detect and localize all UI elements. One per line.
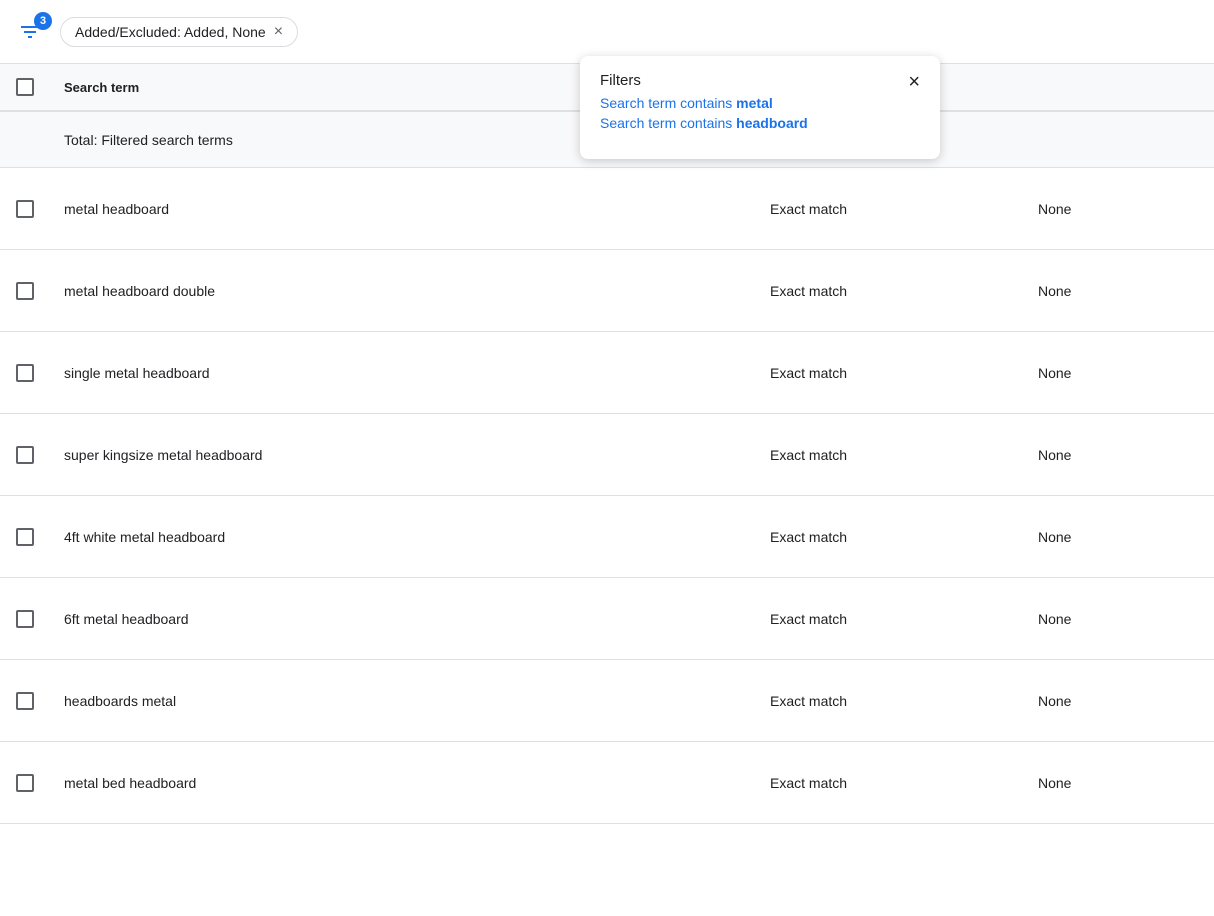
filter-chip[interactable]: Added/Excluded: Added, None × [60,17,298,47]
row-5-checkbox-cell[interactable] [16,610,64,628]
row-3-match-type: Exact match [770,447,1038,463]
filter-item-2: Search term contains headboard [600,115,808,131]
row-4-status: None [1038,529,1198,545]
row-5-match-type: Exact match [770,611,1038,627]
row-2-term: single metal headboard [64,365,770,381]
row-5-term: 6ft metal headboard [64,611,770,627]
row-1-checkbox-cell[interactable] [16,282,64,300]
row-0-match-type: Exact match [770,201,1038,217]
header-checkbox-cell[interactable] [16,78,64,96]
table-row: super kingsize metal headboard Exact mat… [0,414,1214,496]
row-2-checkbox-cell[interactable] [16,364,64,382]
filters-popup-close-icon[interactable]: × [908,72,920,92]
search-terms-table: Search term Total: Filtered search terms… [0,64,1214,824]
row-4-match-type: Exact match [770,529,1038,545]
row-2-match-type: Exact match [770,365,1038,381]
filter-item-1-prefix: Search term contains [600,95,736,111]
row-3-checkbox[interactable] [16,446,34,464]
row-3-term: super kingsize metal headboard [64,447,770,463]
filter-chip-label: Added/Excluded: Added, None [75,24,266,40]
table-row: headboards metal Exact match None [0,660,1214,742]
header-checkbox[interactable] [16,78,34,96]
top-bar: 3 Added/Excluded: Added, None × Filters … [0,0,1214,64]
filters-popup: Filters Search term contains metal Searc… [580,56,940,159]
row-7-status: None [1038,775,1198,791]
row-7-match-type: Exact match [770,775,1038,791]
row-1-checkbox[interactable] [16,282,34,300]
filter-item-1: Search term contains metal [600,95,808,111]
table-row: metal headboard double Exact match None [0,250,1214,332]
row-4-term: 4ft white metal headboard [64,529,770,545]
row-6-checkbox[interactable] [16,692,34,710]
table-row: single metal headboard Exact match None [0,332,1214,414]
filter-icon-wrapper[interactable]: 3 [16,18,44,46]
row-1-term: metal headboard double [64,283,770,299]
row-7-checkbox[interactable] [16,774,34,792]
row-5-status: None [1038,611,1198,627]
row-5-checkbox[interactable] [16,610,34,628]
filters-popup-content: Filters Search term contains metal Searc… [600,72,808,135]
table-row: metal headboard Exact match None [0,168,1214,250]
row-6-match-type: Exact match [770,693,1038,709]
filter-item-2-prefix: Search term contains [600,115,736,131]
row-1-status: None [1038,283,1198,299]
row-3-status: None [1038,447,1198,463]
row-0-checkbox[interactable] [16,200,34,218]
row-6-term: headboards metal [64,693,770,709]
table-row: 6ft metal headboard Exact match None [0,578,1214,660]
row-2-status: None [1038,365,1198,381]
filter-item-2-keyword: headboard [736,115,808,131]
row-4-checkbox-cell[interactable] [16,528,64,546]
table-row: 4ft white metal headboard Exact match No… [0,496,1214,578]
row-7-term: metal bed headboard [64,775,770,791]
row-0-term: metal headboard [64,201,770,217]
row-0-checkbox-cell[interactable] [16,200,64,218]
row-6-status: None [1038,693,1198,709]
filters-popup-title: Filters [600,72,808,89]
filter-item-1-keyword: metal [736,95,773,111]
row-1-match-type: Exact match [770,283,1038,299]
filters-popup-header: Filters Search term contains metal Searc… [600,72,920,135]
row-0-status: None [1038,201,1198,217]
row-3-checkbox-cell[interactable] [16,446,64,464]
filter-badge: 3 [34,12,52,30]
row-4-checkbox[interactable] [16,528,34,546]
table-row: metal bed headboard Exact match None [0,742,1214,824]
row-7-checkbox-cell[interactable] [16,774,64,792]
row-6-checkbox-cell[interactable] [16,692,64,710]
chip-close-icon[interactable]: × [274,24,283,40]
row-2-checkbox[interactable] [16,364,34,382]
